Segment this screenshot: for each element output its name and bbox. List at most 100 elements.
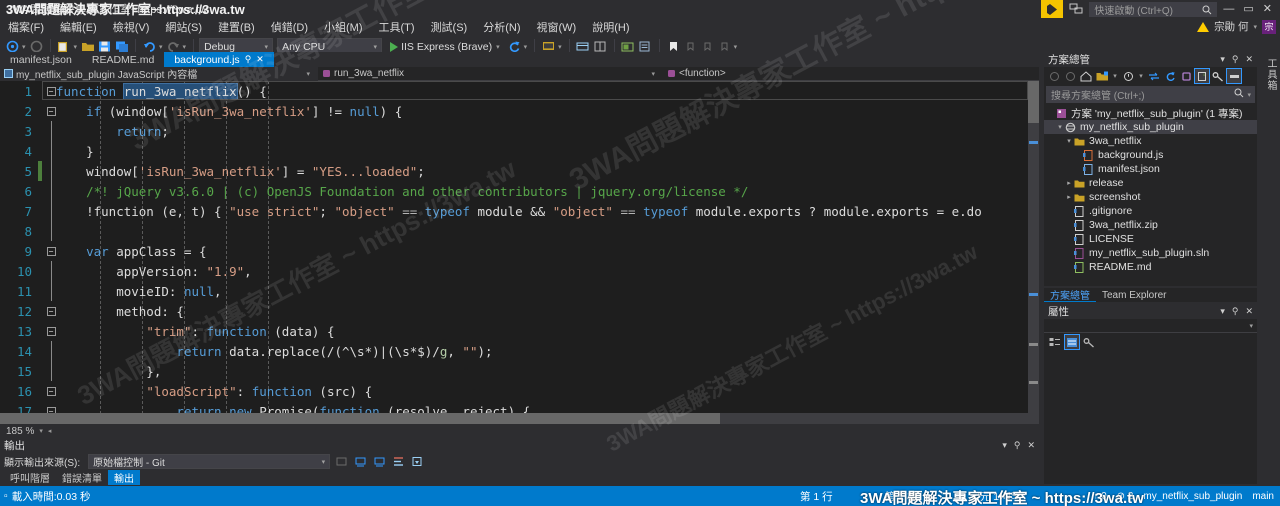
tree-node[interactable]: 方案 'my_netflix_sub_plugin' (1 專案): [1044, 106, 1257, 120]
user-menu-chevron-down-icon[interactable]: ▾: [1253, 23, 1257, 31]
tab-background-js[interactable]: background.js ⚲ ✕: [164, 52, 274, 67]
menu-item-website[interactable]: 網站(S): [157, 18, 210, 36]
tree-node[interactable]: my_netflix_sub_plugin.sln: [1044, 246, 1257, 260]
code-line[interactable]: 14 return data.replace(/(^\s*)|(\s*$)/g,…: [0, 341, 1039, 361]
status-pending-changes[interactable]: ↑ 0: [1093, 491, 1106, 502]
chevron-down-icon[interactable]: ▾: [1220, 54, 1225, 65]
code-line[interactable]: 4 }: [0, 141, 1039, 161]
tab-team-explorer[interactable]: Team Explorer: [1096, 288, 1172, 302]
tree-node[interactable]: README.md: [1044, 260, 1257, 274]
navbar-function-dropdown[interactable]: <function>: [663, 67, 1039, 81]
scrollbar-thumb[interactable]: [1028, 81, 1039, 123]
tree-node[interactable]: .gitignore: [1044, 204, 1257, 218]
chevron-down-icon[interactable]: ▾: [1220, 306, 1225, 317]
close-icon[interactable]: ✕: [256, 54, 264, 65]
code-line[interactable]: 7 !function (e, t) { "use strict"; "obje…: [0, 201, 1039, 221]
avatar[interactable]: 宗: [1262, 20, 1276, 34]
toolbox-tab-label[interactable]: 工具箱: [1263, 52, 1278, 91]
editor-vertical-scrollbar[interactable]: [1028, 81, 1039, 424]
scrollbar-thumb[interactable]: [0, 413, 720, 424]
menu-item-window[interactable]: 視窗(W): [529, 18, 585, 36]
pin-icon[interactable]: ⚲: [245, 54, 252, 65]
tree-node[interactable]: ▸screenshot: [1044, 190, 1257, 204]
property-pages-icon[interactable]: [1082, 335, 1096, 349]
solution-explorer-search-input[interactable]: 搜尋方案總管 (Ctrl+;) ▾: [1046, 86, 1255, 103]
close-icon[interactable]: ✕: [1245, 54, 1253, 65]
menu-item-edit[interactable]: 編輯(E): [52, 18, 105, 36]
close-icon[interactable]: ✕: [1245, 306, 1253, 317]
toggle-auto-scroll-icon[interactable]: [410, 454, 425, 469]
menu-item-debug[interactable]: 偵錯(D): [263, 18, 316, 36]
menu-item-build[interactable]: 建置(B): [210, 18, 263, 36]
quick-launch-input[interactable]: 快速啟動 (Ctrl+Q): [1089, 2, 1217, 17]
fold-toggle-icon[interactable]: −: [46, 107, 56, 116]
pin-icon[interactable]: ⚲: [1232, 306, 1239, 317]
scroll-left-icon[interactable]: ◂: [48, 427, 52, 435]
code-line[interactable]: 15 },: [0, 361, 1039, 381]
code-line[interactable]: 3 return;: [0, 121, 1039, 141]
warning-icon[interactable]: [1197, 22, 1209, 32]
code-line[interactable]: 6 /*! jQuery v3.6.0 | (c) OpenJS Foundat…: [0, 181, 1039, 201]
expander-icon[interactable]: ▾: [1055, 120, 1065, 134]
sync-with-active-document-icon[interactable]: [1147, 69, 1161, 83]
output-settings-icon[interactable]: [391, 454, 406, 469]
tree-node[interactable]: ▸release: [1044, 176, 1257, 190]
code-line[interactable]: 13− "trim": function (data) {: [0, 321, 1039, 341]
properties-icon[interactable]: [1211, 69, 1225, 83]
tree-node[interactable]: manifest.json: [1044, 162, 1257, 176]
menu-item-file[interactable]: 檔案(F): [0, 18, 52, 36]
tree-node[interactable]: background.js: [1044, 148, 1257, 162]
tab-readme-md[interactable]: README.md: [82, 52, 164, 67]
code-line[interactable]: 5 window['isRun_3wa_netflix'] = "YES...l…: [0, 161, 1039, 181]
output-chevron-down-icon[interactable]: ▾: [1002, 440, 1007, 451]
fold-toggle-icon[interactable]: −: [46, 247, 56, 256]
tree-node[interactable]: LICENSE: [1044, 232, 1257, 246]
zoom-level-value[interactable]: 185 %: [0, 426, 34, 437]
tree-node[interactable]: 3wa_netflix.zip: [1044, 218, 1257, 232]
fold-toggle-icon[interactable]: −: [46, 87, 56, 96]
toolbar-overflow-icon[interactable]: ▾: [734, 43, 738, 51]
tab-call-hierarchy[interactable]: 呼叫階層: [4, 470, 56, 485]
close-icon[interactable]: ✕: [1027, 440, 1035, 451]
code-line[interactable]: 8: [0, 221, 1039, 241]
user-name-label[interactable]: 宗勛 何: [1214, 19, 1248, 34]
code-text-area[interactable]: 1−function run_3wa_netflix() {2− if (win…: [0, 81, 1039, 424]
new-project-chevron-down-icon[interactable]: ▾: [74, 43, 78, 51]
tab-solution-explorer[interactable]: 方案總管: [1044, 288, 1096, 302]
pin-icon[interactable]: ⚲: [1232, 54, 1239, 65]
menu-item-view[interactable]: 檢視(V): [105, 18, 158, 36]
show-all-files-chevron-down-icon[interactable]: ▾: [1111, 69, 1119, 83]
alphabetical-view-icon[interactable]: [1065, 335, 1079, 349]
code-line[interactable]: 1−function run_3wa_netflix() {: [0, 81, 1039, 101]
properties-object-dropdown[interactable]: ▾: [1044, 319, 1257, 333]
categorized-view-icon[interactable]: [1048, 335, 1062, 349]
view-code-icon[interactable]: 0: [1195, 69, 1209, 83]
tab-error-list[interactable]: 錯誤清單: [56, 470, 108, 485]
editor-horizontal-scrollbar[interactable]: [0, 413, 1028, 424]
code-line[interactable]: 10 appVersion: "1.9",: [0, 261, 1039, 281]
pin-icon[interactable]: ⚲: [1014, 440, 1021, 451]
expander-icon[interactable]: ▸: [1064, 176, 1074, 190]
maximize-button[interactable]: ▭: [1243, 4, 1253, 15]
tab-output[interactable]: 輸出: [108, 470, 140, 485]
expander-icon[interactable]: ▾: [1064, 134, 1074, 148]
undo-chevron-down-icon[interactable]: ▾: [159, 43, 163, 51]
preview-selected-items-icon[interactable]: [1227, 69, 1241, 83]
code-line[interactable]: 12− method: {: [0, 301, 1039, 321]
start-debugging-button[interactable]: IIS Express (Brave) ▾: [390, 41, 502, 53]
menu-item-test[interactable]: 測試(S): [423, 18, 476, 36]
refresh-chevron-down-icon[interactable]: ▾: [524, 43, 528, 51]
start-debugging-chevron-down-icon[interactable]: ▾: [496, 43, 500, 51]
search-options-chevron-down-icon[interactable]: ▾: [1247, 91, 1251, 99]
zoom-chevron-down-icon[interactable]: ▾: [39, 427, 43, 435]
status-unpublished-commits[interactable]: ⊘ 2: [1117, 491, 1134, 502]
close-button[interactable]: ✕: [1263, 4, 1272, 15]
clear-all-icon[interactable]: [353, 454, 368, 469]
menu-item-analyze[interactable]: 分析(N): [475, 18, 528, 36]
status-repository[interactable]: my_netflix_sub_plugin: [1143, 491, 1242, 502]
code-line[interactable]: 11 movieID: null,: [0, 281, 1039, 301]
collapse-all-icon[interactable]: [1179, 69, 1193, 83]
send-feedback-icon[interactable]: [1069, 2, 1083, 16]
minimize-button[interactable]: —: [1223, 4, 1234, 15]
menu-item-team[interactable]: 小組(M): [316, 18, 371, 36]
